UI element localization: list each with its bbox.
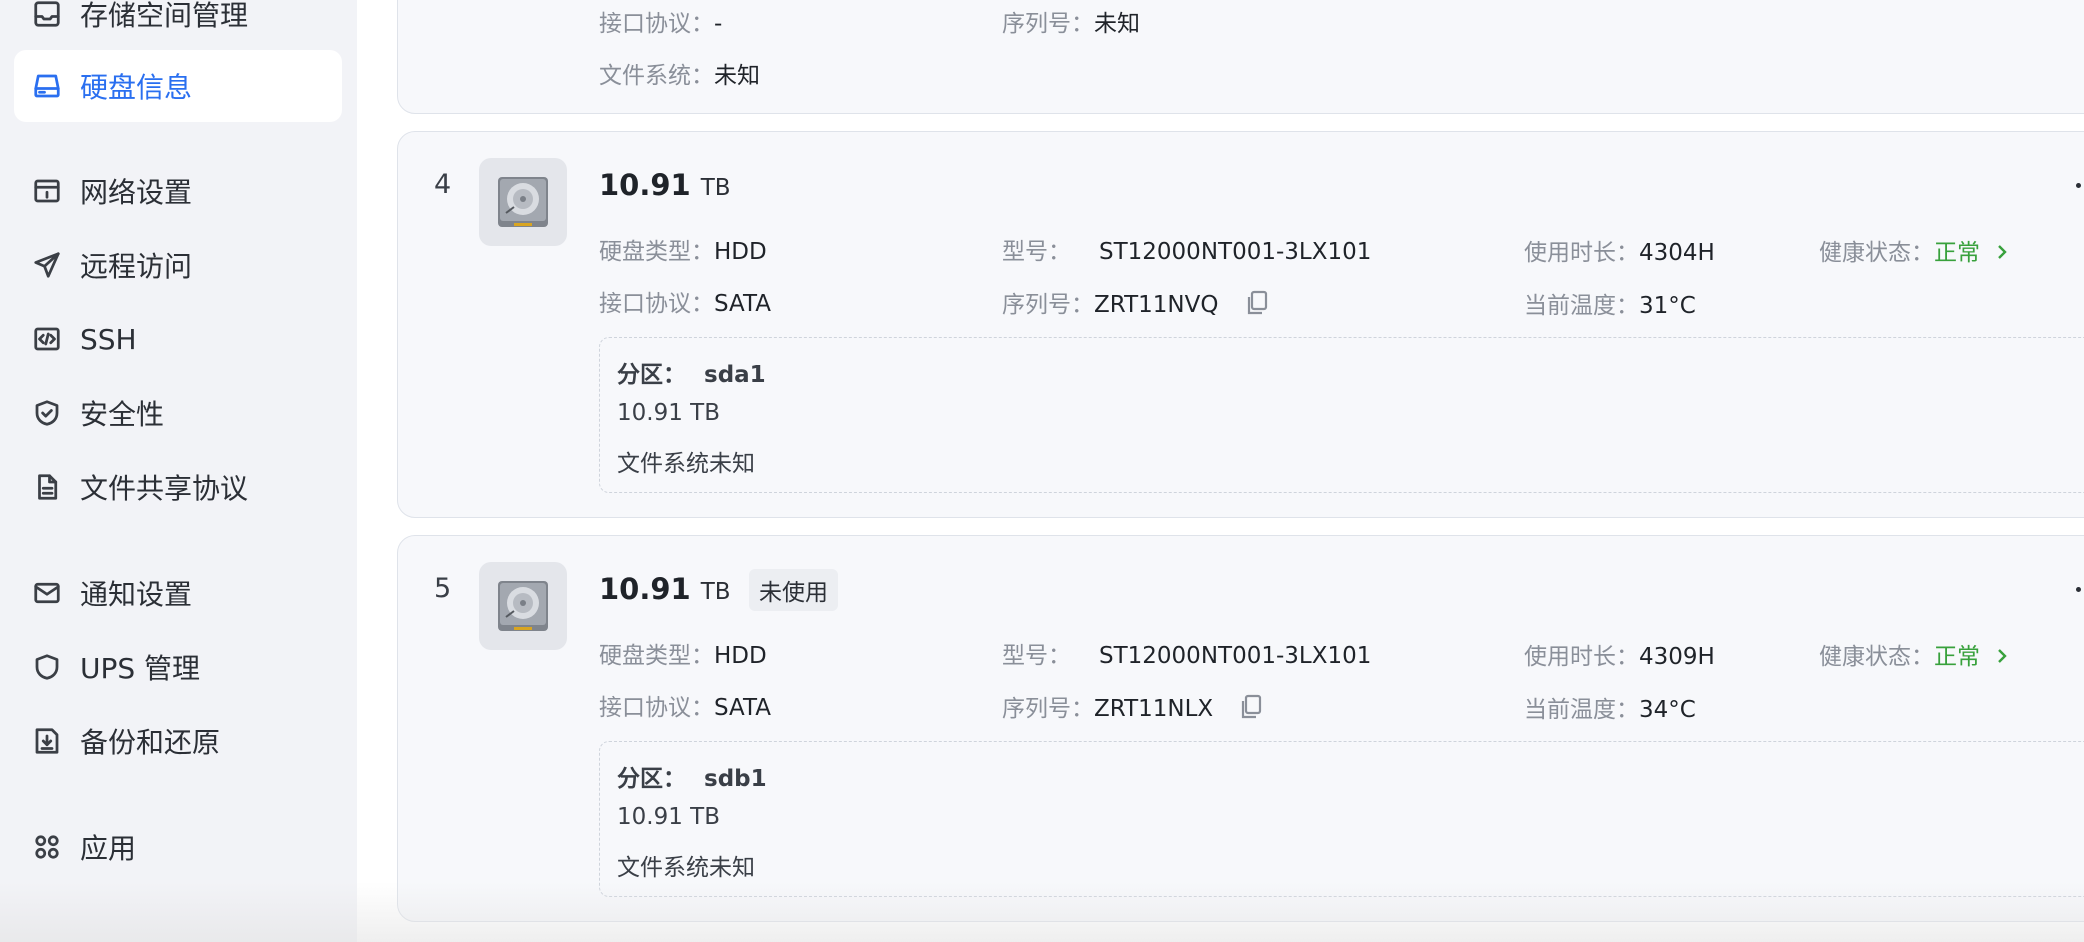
filesystem-field: 文件系统：未知 bbox=[599, 63, 760, 89]
health-status-link[interactable]: 健康状态：正常 bbox=[1819, 637, 2009, 671]
sidebar-item-label: 远程访问 bbox=[80, 250, 193, 283]
disk-capacity: 10.91 TB bbox=[599, 572, 731, 606]
sidebar-item-label: 硬盘信息 bbox=[80, 71, 193, 104]
partition-size: 10.91 TB bbox=[617, 400, 720, 426]
model-field: 型号： ST12000NT001-3LX101 bbox=[1002, 239, 1372, 265]
sidebar: 存储空间管理 硬盘信息 网络设置 远程访问 SSH 安全性 文件共享协议 通知设… bbox=[0, 0, 357, 942]
sidebar-item-label: 存储空间管理 bbox=[80, 0, 249, 32]
mail-icon bbox=[32, 578, 62, 608]
sidebar-item-ups[interactable]: UPS 管理 bbox=[14, 631, 342, 703]
send-icon bbox=[32, 250, 62, 280]
interface-field: 接口协议：SATA bbox=[599, 291, 771, 317]
chevron-right-icon bbox=[1995, 241, 2009, 267]
sidebar-item-file-sharing[interactable]: 文件共享协议 bbox=[14, 451, 342, 523]
code-icon bbox=[32, 324, 62, 354]
partition-title: 分区： sdb1 bbox=[617, 766, 767, 792]
disk-type-field: 硬盘类型：HDD bbox=[599, 643, 767, 669]
hdd-icon bbox=[479, 158, 567, 246]
sidebar-item-label: 文件共享协议 bbox=[80, 472, 249, 505]
temperature-field: 当前温度：34°C bbox=[1524, 697, 1696, 723]
sidebar-item-storage[interactable]: 存储空间管理 bbox=[14, 0, 342, 50]
partition-box: 分区： sdb1 10.91 TB 文件系统未知 bbox=[599, 741, 2084, 897]
network-icon bbox=[32, 176, 62, 206]
more-menu-icon[interactable] bbox=[2076, 587, 2081, 592]
partition-filesystem: 文件系统未知 bbox=[617, 855, 755, 881]
partition-filesystem: 文件系统未知 bbox=[617, 451, 755, 477]
backup-icon bbox=[32, 726, 62, 756]
disk-icon bbox=[32, 71, 62, 101]
sidebar-item-remote-access[interactable]: 远程访问 bbox=[14, 229, 342, 301]
sidebar-item-backup[interactable]: 备份和还原 bbox=[14, 705, 342, 777]
sidebar-item-apps[interactable]: 应用 bbox=[14, 811, 342, 883]
disk-card: 4 10.91 TB 硬盘类型：HDD 型号： ST12000NT001-3LX10… bbox=[397, 131, 2084, 518]
disk-card-previous: 接口协议：- 序列号：未知 文件系统：未知 bbox=[397, 0, 2084, 114]
sidebar-item-security[interactable]: 安全性 bbox=[14, 377, 342, 449]
sidebar-item-label: 网络设置 bbox=[80, 176, 193, 209]
apps-icon bbox=[32, 832, 62, 862]
disk-index: 4 bbox=[434, 169, 452, 200]
sidebar-item-label: 备份和还原 bbox=[80, 726, 221, 759]
copy-icon[interactable] bbox=[1238, 693, 1264, 727]
more-menu-icon[interactable] bbox=[2076, 183, 2081, 188]
sidebar-item-label: 应用 bbox=[80, 832, 137, 865]
temperature-field: 当前温度：31°C bbox=[1524, 293, 1696, 319]
health-status-link[interactable]: 健康状态：正常 bbox=[1819, 233, 2009, 267]
copy-icon[interactable] bbox=[1244, 289, 1270, 323]
serial-field: 序列号：ZRT11NVQ bbox=[1002, 285, 1270, 323]
sidebar-item-network[interactable]: 网络设置 bbox=[14, 155, 342, 227]
sidebar-item-label: 通知设置 bbox=[80, 578, 193, 611]
disk-capacity: 10.91 TB bbox=[599, 168, 731, 202]
partition-box: 分区： sda1 10.91 TB 文件系统未知 bbox=[599, 337, 2084, 493]
storage-icon bbox=[32, 0, 62, 29]
partition-size: 10.91 TB bbox=[617, 804, 720, 830]
hdd-icon bbox=[479, 562, 567, 650]
main-content: 接口协议：- 序列号：未知 文件系统：未知 4 10.91 TB 硬盘类型：HD… bbox=[357, 0, 2084, 942]
model-field: 型号： ST12000NT001-3LX101 bbox=[1002, 643, 1372, 669]
sidebar-item-ssh[interactable]: SSH bbox=[14, 303, 342, 375]
unused-badge: 未使用 bbox=[749, 569, 838, 611]
usage-time-field: 使用时长：4309H bbox=[1524, 644, 1715, 670]
chevron-right-icon bbox=[1995, 645, 2009, 671]
disk-index: 5 bbox=[434, 573, 452, 604]
shield-icon bbox=[32, 652, 62, 682]
interface-field: 接口协议：- bbox=[599, 11, 723, 37]
document-icon bbox=[32, 472, 62, 502]
sidebar-item-label: 安全性 bbox=[80, 398, 165, 431]
sidebar-item-label: SSH bbox=[80, 322, 137, 356]
shield-check-icon bbox=[32, 398, 62, 428]
disk-card: 5 10.91 TB 未使用 硬盘类型：HDD 型号： ST12000NT001-3… bbox=[397, 535, 2084, 922]
serial-field: 序列号：未知 bbox=[1002, 11, 1140, 37]
serial-field: 序列号：ZRT11NLX bbox=[1002, 689, 1264, 727]
usage-time-field: 使用时长：4304H bbox=[1524, 240, 1715, 266]
disk-type-field: 硬盘类型：HDD bbox=[599, 239, 767, 265]
sidebar-item-notifications[interactable]: 通知设置 bbox=[14, 557, 342, 629]
sidebar-item-label: UPS 管理 bbox=[80, 652, 201, 685]
partition-title: 分区： sda1 bbox=[617, 362, 766, 388]
sidebar-item-disk-info[interactable]: 硬盘信息 bbox=[14, 50, 342, 122]
interface-field: 接口协议：SATA bbox=[599, 695, 771, 721]
